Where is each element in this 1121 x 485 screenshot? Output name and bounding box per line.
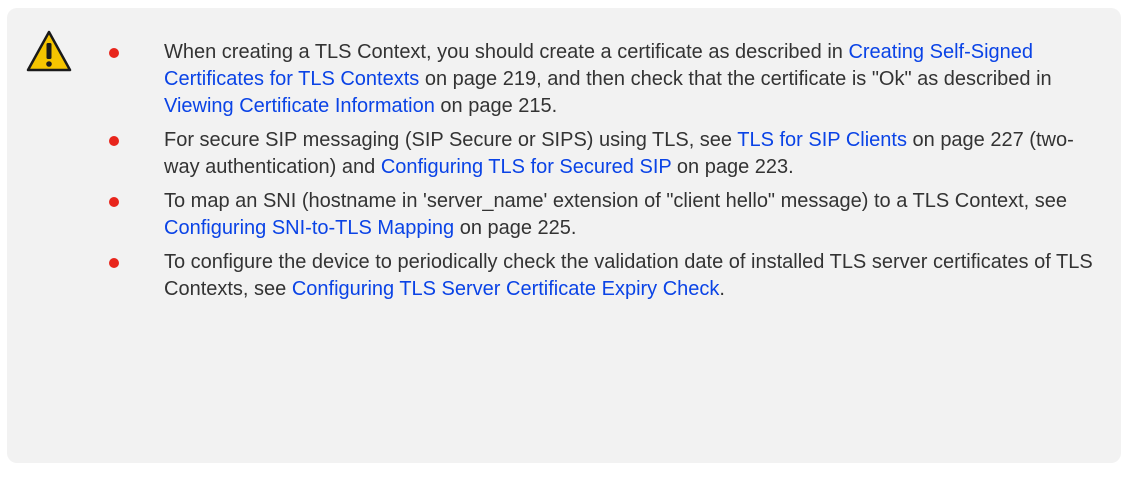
link-configuring-sni-to-tls-mapping[interactable]: Configuring SNI-to-TLS Mapping <box>164 217 454 239</box>
item-text: on page 223. <box>671 156 794 178</box>
item-text: on page 215. <box>434 95 558 117</box>
bullet-icon <box>109 197 119 207</box>
link-viewing-certificate-information[interactable]: Viewing Certificate Information <box>164 95 435 117</box>
item-text: on page 225. <box>454 217 577 239</box>
link-configuring-tls-server-certificate-expiry-check[interactable]: Configuring TLS Server Certificate Expir… <box>292 278 720 300</box>
link-configuring-tls-for-secured-sip[interactable]: Configuring TLS for Secured SIP <box>381 156 672 178</box>
bullet-icon <box>109 48 119 58</box>
warning-note: When creating a TLS Context, you should … <box>7 8 1121 463</box>
bullet-icon <box>109 258 119 268</box>
link-tls-for-sip-clients[interactable]: TLS for SIP Clients <box>737 129 907 151</box>
bullet-icon <box>109 136 119 146</box>
list-item: For secure SIP messaging (SIP Secure or … <box>107 127 1107 181</box>
list-item: To map an SNI (hostname in 'server_name'… <box>107 188 1107 242</box>
list-item: When creating a TLS Context, you should … <box>107 39 1107 120</box>
item-text: To map an SNI (hostname in 'server_name'… <box>164 190 1068 212</box>
note-bullet-list: When creating a TLS Context, you should … <box>107 39 1107 310</box>
item-text: . <box>719 278 725 300</box>
item-text: on page 219, and then check that the cer… <box>419 68 1052 90</box>
list-item: To configure the device to periodically … <box>107 249 1107 303</box>
warning-icon <box>26 30 72 72</box>
item-text: When creating a TLS Context, you should … <box>164 41 849 63</box>
item-text: For secure SIP messaging (SIP Secure or … <box>164 129 738 151</box>
